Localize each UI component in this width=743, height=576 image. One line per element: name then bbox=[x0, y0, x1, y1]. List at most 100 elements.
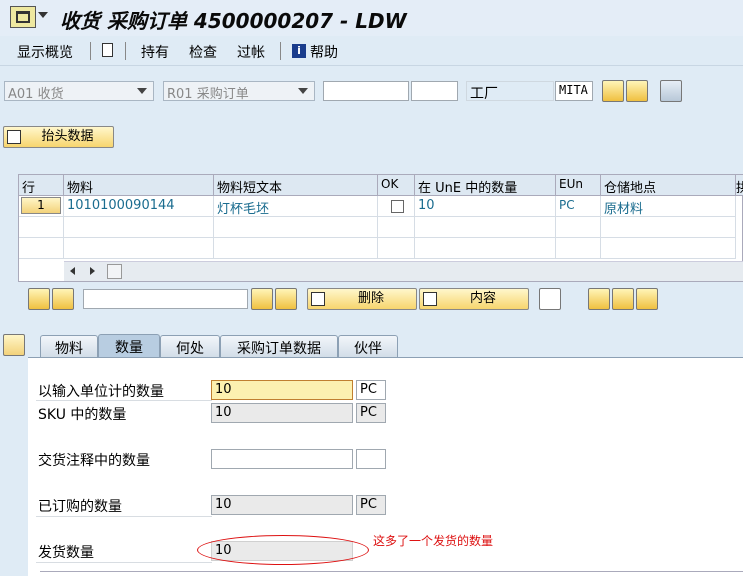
panel-bottom-edge bbox=[40, 571, 743, 576]
empty-cell bbox=[19, 217, 64, 238]
column-header-short-text[interactable]: 物料短文本 bbox=[214, 175, 378, 196]
copy-icon bbox=[423, 292, 437, 306]
binoculars-icon[interactable] bbox=[626, 80, 648, 102]
cell-storage-location[interactable]: 原材料 bbox=[601, 196, 736, 217]
sap-menu-icon[interactable] bbox=[10, 6, 36, 28]
post-button[interactable]: 过帐 bbox=[237, 42, 265, 62]
hold-button[interactable]: 持有 bbox=[141, 42, 169, 62]
column-header-storage-location[interactable]: 仓储地点 bbox=[601, 175, 736, 196]
item-search-input[interactable] bbox=[83, 289, 248, 309]
empty-cell bbox=[19, 238, 64, 259]
details-icon[interactable] bbox=[636, 288, 658, 310]
horizontal-scrollbar[interactable] bbox=[64, 261, 743, 281]
table-layout-icon[interactable] bbox=[660, 80, 682, 102]
find-next-icon[interactable] bbox=[275, 288, 297, 310]
toolbar-separator bbox=[280, 42, 281, 60]
chevron-down-icon[interactable] bbox=[38, 12, 48, 18]
tab-po-data[interactable]: 采购订单数据 bbox=[220, 335, 338, 357]
column-header-line[interactable]: 行 bbox=[19, 175, 64, 196]
transaction-select-value: A01 收货 bbox=[8, 87, 64, 102]
empty-cell bbox=[378, 238, 415, 259]
empty-cell bbox=[601, 217, 736, 238]
header-icon bbox=[7, 130, 21, 144]
sku-unit-value: PC bbox=[356, 403, 386, 423]
ordered-qty-label: 已订购的数量 bbox=[38, 499, 122, 515]
annotation-ellipse bbox=[197, 535, 369, 565]
tab-quantity[interactable]: 数量 bbox=[98, 334, 160, 358]
chevron-down-icon bbox=[137, 88, 147, 94]
toolbar-separator bbox=[125, 42, 126, 60]
shipped-qty-label: 发货数量 bbox=[38, 545, 94, 561]
new-document-icon[interactable] bbox=[102, 43, 113, 57]
annotation-text: 这多了一个发货的数量 bbox=[373, 534, 494, 548]
find-icon[interactable] bbox=[251, 288, 273, 310]
content-button[interactable]: 内容 bbox=[419, 288, 529, 310]
empty-cell bbox=[64, 217, 214, 238]
column-header-material[interactable]: 物料 bbox=[64, 175, 214, 196]
header-data-button[interactable]: 抬头数据 bbox=[3, 126, 114, 148]
header-data-label: 抬头数据 bbox=[41, 129, 94, 144]
content-label: 内容 bbox=[469, 291, 496, 306]
print-icon[interactable] bbox=[28, 288, 50, 310]
cell-short-text[interactable]: 灯杯毛坯 bbox=[214, 196, 378, 217]
add-row-icon[interactable] bbox=[612, 288, 634, 310]
entry-qty-input[interactable]: 10 bbox=[211, 380, 353, 400]
line-number[interactable]: 1 bbox=[21, 197, 61, 214]
delivery-note-qty-input[interactable] bbox=[211, 449, 353, 469]
po-item-input[interactable] bbox=[411, 81, 458, 101]
scroll-left-icon[interactable] bbox=[70, 267, 75, 275]
folder-icon[interactable] bbox=[588, 288, 610, 310]
display-overview-button[interactable]: 显示概览 bbox=[17, 42, 73, 62]
ordered-qty-value: 10 bbox=[211, 495, 353, 515]
empty-cell bbox=[214, 217, 378, 238]
empty-cell bbox=[214, 238, 378, 259]
ordered-unit-value: PC bbox=[356, 495, 386, 515]
window-glyph-icon bbox=[16, 11, 30, 23]
entry-unit-input[interactable]: PC bbox=[356, 380, 386, 400]
po-number-input[interactable] bbox=[323, 81, 409, 101]
tab-where[interactable]: 何处 bbox=[160, 335, 220, 357]
window-title: 收货 采购订单 4500000207 - LDW bbox=[60, 9, 407, 33]
scroll-thumb[interactable] bbox=[107, 264, 122, 279]
sku-qty-value: 10 bbox=[211, 403, 353, 423]
empty-cell bbox=[64, 238, 214, 259]
row-divider bbox=[36, 400, 212, 401]
row-divider bbox=[36, 516, 212, 517]
cell-material[interactable]: 1010100090144 bbox=[64, 196, 214, 217]
tab-material[interactable]: 物料 bbox=[40, 335, 98, 357]
cell-qty[interactable]: 10 bbox=[415, 196, 556, 217]
items-table: 行 物料 物料短文本 OK 在 UnE 中的数量 EUn 仓储地点 拱 1 10… bbox=[18, 174, 743, 282]
delivery-note-qty-label: 交货注释中的数量 bbox=[38, 453, 150, 469]
tree-icon[interactable] bbox=[539, 288, 561, 310]
transaction-select[interactable]: A01 收货 bbox=[4, 81, 154, 102]
empty-cell bbox=[415, 217, 556, 238]
column-header-eun[interactable]: EUn bbox=[556, 175, 601, 196]
tab-partner[interactable]: 伙伴 bbox=[338, 335, 398, 357]
toolbar-separator bbox=[90, 42, 91, 60]
info-icon[interactable]: i bbox=[292, 44, 306, 58]
execute-clock-icon[interactable] bbox=[602, 80, 624, 102]
empty-cell bbox=[556, 217, 601, 238]
entry-qty-label: 以输入单位计的数量 bbox=[38, 384, 164, 400]
delivery-note-unit-input[interactable] bbox=[356, 449, 386, 469]
delete-button[interactable]: 删除 bbox=[307, 288, 417, 310]
empty-cell bbox=[378, 217, 415, 238]
column-header-more[interactable]: 拱 bbox=[736, 175, 743, 196]
filter-icon[interactable] bbox=[52, 288, 74, 310]
column-header-qty[interactable]: 在 UnE 中的数量 bbox=[415, 175, 556, 196]
reference-doc-select[interactable]: R01 采购订单 bbox=[163, 81, 315, 102]
title-bar: 收货 采购订单 4500000207 - LDW bbox=[0, 0, 743, 36]
plant-input[interactable]: MITA bbox=[555, 81, 593, 101]
sku-qty-label: SKU 中的数量 bbox=[38, 407, 127, 423]
check-button[interactable]: 检查 bbox=[189, 42, 217, 62]
table-row-selector[interactable]: 1 bbox=[19, 196, 64, 217]
column-header-ok[interactable]: OK bbox=[378, 175, 415, 196]
chevron-down-icon bbox=[298, 88, 308, 94]
cell-eun[interactable]: PC bbox=[556, 196, 601, 217]
ok-checkbox[interactable] bbox=[391, 200, 404, 213]
help-button[interactable]: 帮助 bbox=[310, 42, 338, 62]
scroll-right-icon[interactable] bbox=[90, 267, 95, 275]
detail-tabstrip: 物料 数量 何处 采购订单数据 伙伴 bbox=[0, 334, 743, 358]
empty-cell bbox=[415, 238, 556, 259]
reference-doc-select-value: R01 采购订单 bbox=[167, 87, 249, 102]
